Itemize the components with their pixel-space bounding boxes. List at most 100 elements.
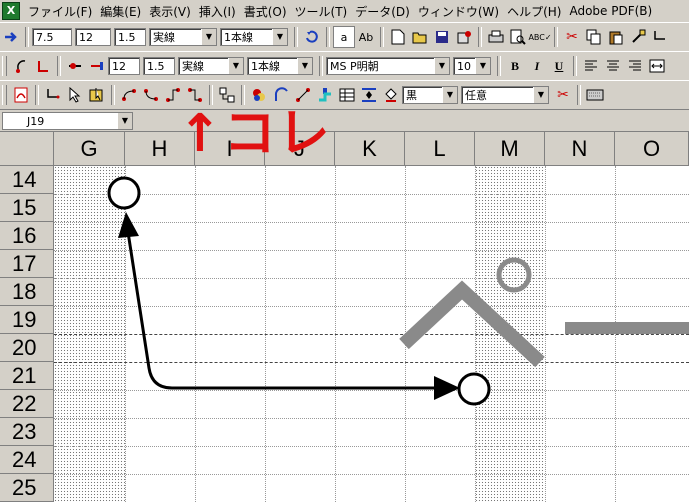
row-header-18[interactable]: 18	[0, 278, 54, 306]
line-count-select-2[interactable]: 1本線 ▼	[247, 57, 313, 75]
distribute-icon[interactable]	[358, 84, 380, 106]
column-header-h[interactable]: H	[125, 132, 195, 166]
new-document-icon[interactable]	[387, 26, 409, 48]
size-input-3[interactable]: 1.5	[114, 28, 146, 46]
fill-bucket-icon[interactable]	[380, 84, 402, 106]
text-direction-icon[interactable]: Ab	[355, 26, 377, 48]
option-select[interactable]: 任意 ▼	[461, 86, 549, 104]
arc-icon[interactable]	[270, 84, 292, 106]
menu-help[interactable]: ヘルプ(H)	[503, 3, 565, 20]
menu-format[interactable]: 書式(O)	[240, 3, 291, 20]
menu-view[interactable]: 表示(V)	[145, 3, 195, 20]
size-input-4[interactable]: 12	[108, 57, 140, 75]
menu-window[interactable]: ウィンドウ(W)	[414, 3, 503, 20]
column-header-l[interactable]: L	[405, 132, 475, 166]
spellcheck-icon[interactable]: ABC✓	[528, 26, 551, 48]
font-name-select[interactable]: MS P明朝 ▼	[326, 57, 450, 75]
keyboard-icon[interactable]	[584, 84, 606, 106]
scissors-icon[interactable]: ✂	[552, 84, 574, 106]
chevron-down-icon[interactable]: ▼	[475, 58, 490, 74]
chevron-down-icon[interactable]: ▼	[533, 87, 548, 103]
flowchart-icon[interactable]	[216, 84, 238, 106]
toolbar-grip[interactable]	[2, 56, 7, 76]
line-style-select[interactable]: 実線 ▼	[149, 28, 217, 46]
column-header-o[interactable]: O	[615, 132, 689, 166]
row-header-22[interactable]: 22	[0, 390, 54, 418]
chevron-down-icon[interactable]: ▼	[434, 58, 449, 74]
color-select[interactable]: 黒 ▼	[402, 86, 458, 104]
row-header-17[interactable]: 17	[0, 250, 54, 278]
align-center-icon[interactable]	[602, 55, 624, 77]
name-box[interactable]: J19 ▼	[2, 112, 133, 130]
elbow-connector-icon[interactable]	[649, 26, 671, 48]
row-header-16[interactable]: 16	[0, 222, 54, 250]
size-input-1[interactable]: 7.5	[32, 28, 72, 46]
chevron-down-icon[interactable]: ▼	[117, 113, 132, 129]
elbow-tool-icon[interactable]	[42, 84, 64, 106]
chevron-down-icon[interactable]: ▼	[442, 87, 457, 103]
chevron-down-icon[interactable]: ▼	[201, 29, 216, 45]
row-header-24[interactable]: 24	[0, 446, 54, 474]
copy-icon[interactable]	[583, 26, 605, 48]
vertical-text-icon[interactable]: a	[333, 26, 355, 48]
row-header-14[interactable]: 14	[0, 166, 54, 194]
elbow-connector-3-icon[interactable]	[184, 84, 206, 106]
select-objects-icon[interactable]	[86, 84, 108, 106]
format-painter-icon[interactable]	[627, 26, 649, 48]
row-header-20[interactable]: 20	[0, 334, 54, 362]
align-right-icon[interactable]	[624, 55, 646, 77]
column-header-n[interactable]: N	[545, 132, 615, 166]
chevron-down-icon[interactable]: ▼	[272, 29, 287, 45]
row-header-21[interactable]: 21	[0, 362, 54, 390]
size-input-5[interactable]: 1.5	[143, 57, 175, 75]
connector-color-icon[interactable]	[314, 84, 336, 106]
size-input-2[interactable]: 12	[75, 28, 111, 46]
column-header-i[interactable]: I	[195, 132, 265, 166]
connector-start-icon[interactable]	[10, 55, 32, 77]
line-style-select-2[interactable]: 実線 ▼	[178, 57, 244, 75]
pdf-icon[interactable]	[10, 84, 32, 106]
print-icon[interactable]	[485, 26, 507, 48]
row-header-19[interactable]: 19	[0, 306, 54, 334]
align-left-icon[interactable]	[580, 55, 602, 77]
menu-tools[interactable]: ツール(T)	[291, 3, 352, 20]
excel-app-icon[interactable]: X	[2, 2, 20, 20]
column-header-j[interactable]: J	[265, 132, 335, 166]
toolbar-grip[interactable]	[2, 85, 7, 105]
row-header-25[interactable]: 25	[0, 474, 54, 502]
select-all-corner[interactable]	[0, 132, 54, 166]
paste-icon[interactable]	[605, 26, 627, 48]
straight-connector-icon[interactable]	[118, 84, 140, 106]
chevron-down-icon[interactable]: ▼	[297, 58, 312, 74]
print-preview-icon[interactable]	[507, 26, 529, 48]
line-count-select[interactable]: 1本線 ▼	[220, 28, 288, 46]
bold-button[interactable]: B	[504, 55, 526, 77]
curved-connector-icon[interactable]	[140, 84, 162, 106]
arrow-start-icon[interactable]	[64, 55, 86, 77]
italic-button[interactable]: I	[526, 55, 548, 77]
save-icon[interactable]	[431, 26, 453, 48]
rotate-icon[interactable]	[301, 26, 323, 48]
column-header-m[interactable]: M	[475, 132, 545, 166]
cut-icon[interactable]: ✂	[561, 26, 583, 48]
connector-end-icon[interactable]	[32, 55, 54, 77]
row-header-15[interactable]: 15	[0, 194, 54, 222]
menu-insert[interactable]: 挿入(I)	[195, 3, 240, 20]
open-folder-icon[interactable]	[409, 26, 431, 48]
arrow-right-icon[interactable]	[0, 26, 22, 48]
chevron-down-icon[interactable]: ▼	[228, 58, 243, 74]
menu-data[interactable]: データ(D)	[351, 3, 414, 20]
line-icon[interactable]	[292, 84, 314, 106]
menu-file[interactable]: ファイル(F)	[24, 3, 96, 20]
select-pointer-icon[interactable]	[64, 84, 86, 106]
column-header-g[interactable]: G	[54, 132, 125, 166]
underline-button[interactable]: U	[548, 55, 570, 77]
shape-color-icon[interactable]	[248, 84, 270, 106]
elbow-connector-2-icon[interactable]	[162, 84, 184, 106]
table-icon[interactable]	[336, 84, 358, 106]
row-header-23[interactable]: 23	[0, 418, 54, 446]
arrow-end-icon[interactable]	[86, 55, 108, 77]
permission-icon[interactable]	[453, 26, 475, 48]
column-header-k[interactable]: K	[335, 132, 405, 166]
menu-edit[interactable]: 編集(E)	[96, 3, 145, 20]
